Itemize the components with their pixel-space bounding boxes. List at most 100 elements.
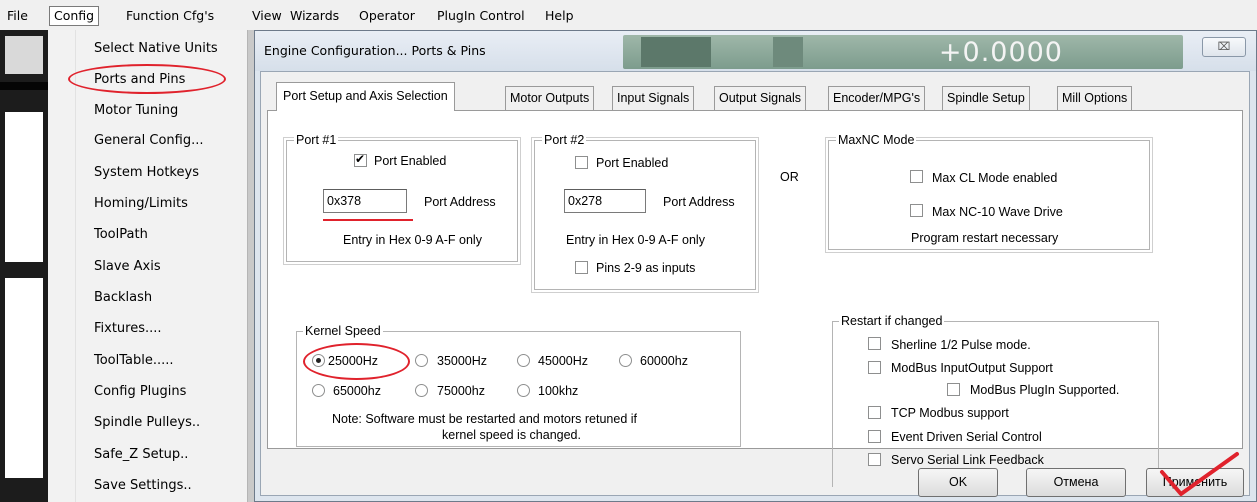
kernel-100k-label: 100khz bbox=[538, 384, 579, 398]
kernel-45000-label: 45000Hz bbox=[538, 354, 589, 368]
cancel-button[interactable]: Отмена bbox=[1026, 468, 1126, 497]
tab-input-signals[interactable]: Input Signals bbox=[612, 86, 695, 110]
menu-item-tooltable[interactable]: ToolTable..... bbox=[94, 352, 174, 370]
apply-button[interactable]: Применить bbox=[1146, 468, 1244, 497]
kernel-note-line2: kernel speed is changed. bbox=[442, 428, 581, 442]
port1-address-label: Port Address bbox=[424, 195, 496, 209]
port2-enabled-checkbox[interactable] bbox=[575, 156, 588, 169]
background-panel bbox=[5, 278, 43, 478]
menu-item-system-hotkeys[interactable]: System Hotkeys bbox=[94, 164, 199, 182]
port2-title: Port #2 bbox=[542, 132, 587, 148]
menu-wizards[interactable]: Wizards bbox=[287, 8, 342, 24]
menu-item-general-config[interactable]: General Config... bbox=[94, 132, 203, 150]
port1-enabled-label: Port Enabled bbox=[374, 154, 447, 168]
close-button[interactable]: ⌧ bbox=[1202, 37, 1246, 57]
port2-inputs-checkbox[interactable] bbox=[575, 261, 588, 274]
menu-item-config-plugins[interactable]: Config Plugins bbox=[94, 383, 186, 401]
tab-mill-options[interactable]: Mill Options bbox=[1057, 86, 1133, 110]
kernel-75000-radio[interactable] bbox=[415, 384, 428, 397]
menu-bar: File Config Function Cfg's View Wizards … bbox=[0, 0, 1257, 30]
dialog-client: Port Setup and Axis Selection Motor Outp… bbox=[260, 71, 1250, 497]
menu-operator[interactable]: Operator bbox=[356, 8, 418, 24]
kernel-100k-radio[interactable] bbox=[517, 384, 530, 397]
kernel-65000-radio[interactable] bbox=[312, 384, 325, 397]
sherline-label: Sherline 1/2 Pulse mode. bbox=[891, 338, 1031, 352]
tab-output-signals[interactable]: Output Signals bbox=[714, 86, 806, 110]
menu-item-safe-z-setup[interactable]: Safe_Z Setup.. bbox=[94, 446, 188, 464]
modbus-io-checkbox[interactable] bbox=[868, 361, 881, 374]
port1-title: Port #1 bbox=[294, 132, 339, 148]
event-serial-checkbox[interactable] bbox=[868, 430, 881, 443]
menu-item-motor-tuning[interactable]: Motor Tuning bbox=[94, 102, 178, 120]
kernel-speed-title: Kernel Speed bbox=[303, 323, 383, 339]
menu-file[interactable]: File bbox=[4, 8, 31, 24]
kernel-35000-label: 35000Hz bbox=[437, 354, 488, 368]
port1-enabled-checkbox[interactable] bbox=[354, 152, 367, 167]
menu-function-cfgs[interactable]: Function Cfg's bbox=[123, 8, 217, 24]
menu-item-slave-axis[interactable]: Slave Axis bbox=[94, 258, 161, 276]
menu-view[interactable]: View bbox=[249, 8, 285, 24]
modbus-plugin-label: ModBus PlugIn Supported. bbox=[970, 383, 1120, 397]
port2-group: Port #2 Port Enabled 0x278 Port Address … bbox=[531, 132, 759, 293]
kernel-25000-radio[interactable] bbox=[312, 354, 325, 367]
maxnc-title: MaxNC Mode bbox=[836, 132, 917, 148]
modbus-plugin-checkbox[interactable] bbox=[947, 383, 960, 396]
kernel-speed-group: Kernel Speed 25000Hz 35000Hz 45000Hz 600… bbox=[296, 323, 741, 447]
port1-hint: Entry in Hex 0-9 A-F only bbox=[343, 233, 482, 247]
kernel-60000-label: 60000hz bbox=[640, 354, 688, 368]
restart-group: Restart if changed Sherline 1/2 Pulse mo… bbox=[832, 313, 1159, 487]
close-icon: ⌧ bbox=[1217, 41, 1231, 53]
dialog-title-bar[interactable]: +0.0000 Engine Configuration... Ports & … bbox=[255, 31, 1256, 71]
tab-motor-outputs[interactable]: Motor Outputs bbox=[505, 86, 595, 110]
max-nc10-checkbox[interactable] bbox=[910, 204, 923, 217]
max-cl-mode-label: Max CL Mode enabled bbox=[932, 171, 1058, 185]
max-cl-mode-checkbox[interactable] bbox=[910, 170, 923, 183]
port1-address-input[interactable]: 0x378 bbox=[323, 189, 407, 213]
menu-plugin-control[interactable]: PlugIn Control bbox=[434, 8, 528, 24]
main-window-background bbox=[0, 30, 48, 502]
tab-spindle-setup[interactable]: Spindle Setup bbox=[942, 86, 1030, 110]
menu-config[interactable]: Config bbox=[49, 6, 100, 26]
maxnc-note: Program restart necessary bbox=[911, 231, 1059, 245]
menu-item-save-settings[interactable]: Save Settings.. bbox=[94, 477, 192, 495]
ok-button[interactable]: OK bbox=[918, 468, 998, 497]
kernel-60000-radio[interactable] bbox=[619, 354, 632, 367]
servo-serial-label: Servo Serial Link Feedback bbox=[891, 453, 1044, 467]
port2-inputs-label: Pins 2-9 as inputs bbox=[596, 261, 696, 275]
kernel-65000-label: 65000hz bbox=[333, 384, 381, 398]
menu-item-backlash[interactable]: Backlash bbox=[94, 289, 152, 307]
menu-item-toolpath[interactable]: ToolPath bbox=[94, 226, 148, 244]
menu-item-select-native-units[interactable]: Select Native Units bbox=[94, 40, 218, 58]
menu-item-homing-limits[interactable]: Homing/Limits bbox=[94, 195, 188, 213]
background-dro-block bbox=[641, 37, 711, 67]
tab-panel-port-setup: Port #1 Port Enabled 0x378 Port Address … bbox=[267, 110, 1243, 487]
background-panel bbox=[5, 36, 43, 74]
port1-group: Port #1 Port Enabled 0x378 Port Address … bbox=[283, 132, 521, 265]
background-dro: +0.0000 bbox=[623, 35, 1183, 69]
port2-hint: Entry in Hex 0-9 A-F only bbox=[566, 233, 705, 247]
port2-address-input[interactable]: 0x278 bbox=[564, 189, 646, 213]
tab-port-setup[interactable]: Port Setup and Axis Selection bbox=[276, 82, 455, 111]
config-menu: Select Native Units Ports and Pins Motor… bbox=[48, 30, 248, 502]
kernel-25000-label: 25000Hz bbox=[328, 354, 379, 368]
engine-configuration-dialog: +0.0000 Engine Configuration... Ports & … bbox=[254, 30, 1257, 502]
dialog-title: Engine Configuration... Ports & Pins bbox=[264, 43, 486, 58]
kernel-note-line1: Note: Software must be restarted and mot… bbox=[332, 412, 638, 426]
event-serial-label: Event Driven Serial Control bbox=[891, 430, 1042, 444]
sherline-checkbox[interactable] bbox=[868, 337, 881, 350]
tcp-modbus-checkbox[interactable] bbox=[868, 406, 881, 419]
menu-item-ports-and-pins[interactable]: Ports and Pins bbox=[94, 71, 185, 89]
tab-encoder-mpg[interactable]: Encoder/MPG's bbox=[828, 86, 926, 110]
servo-serial-checkbox[interactable] bbox=[868, 453, 881, 466]
kernel-35000-radio[interactable] bbox=[415, 354, 428, 367]
tcp-modbus-label: TCP Modbus support bbox=[891, 406, 1009, 420]
menu-item-spindle-pulleys[interactable]: Spindle Pulleys.. bbox=[94, 414, 200, 432]
annotation-underline bbox=[323, 219, 413, 221]
kernel-45000-radio[interactable] bbox=[517, 354, 530, 367]
menu-help[interactable]: Help bbox=[542, 8, 577, 24]
background-dro-block bbox=[773, 37, 803, 67]
port2-address-label: Port Address bbox=[663, 195, 735, 209]
menu-gutter bbox=[48, 30, 76, 502]
background-panel bbox=[0, 82, 48, 90]
menu-item-fixtures[interactable]: Fixtures.... bbox=[94, 320, 162, 338]
